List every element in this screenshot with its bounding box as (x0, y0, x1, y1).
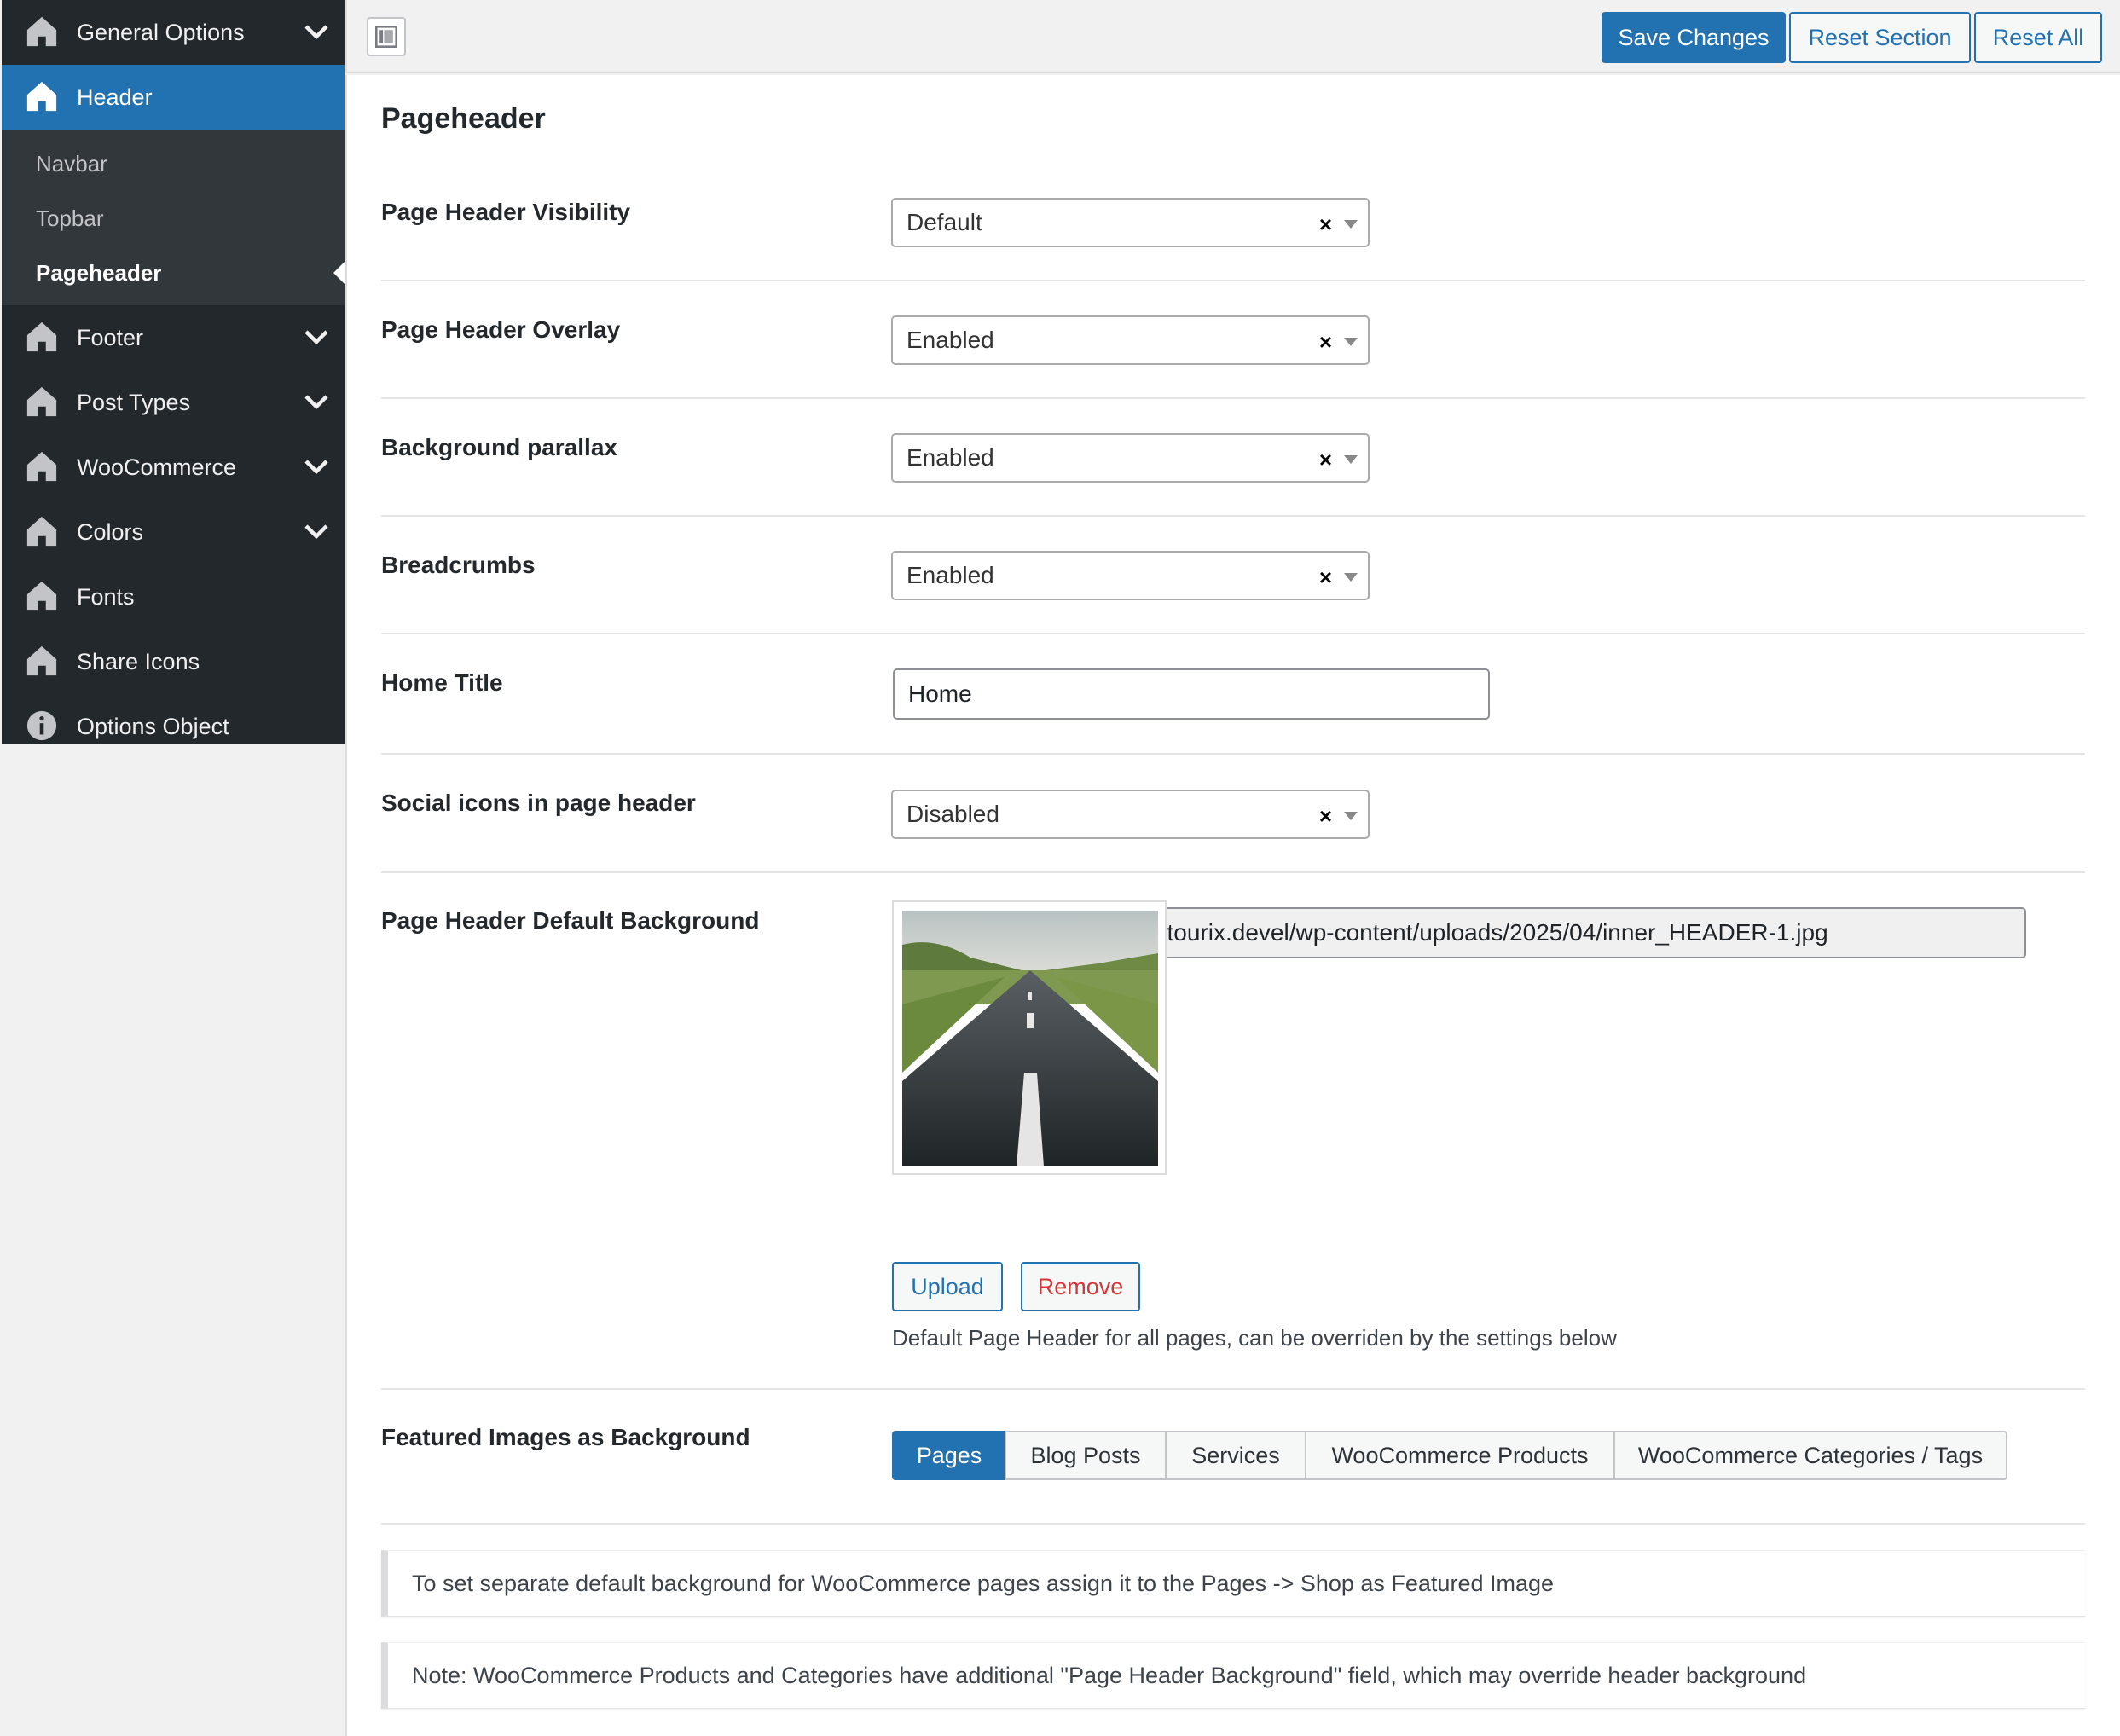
sidebar-item-footer[interactable]: Footer (2, 305, 345, 370)
clear-icon[interactable]: × (1319, 447, 1332, 473)
chevron-down-icon (304, 25, 328, 40)
dropdown-arrow-icon (1344, 812, 1358, 820)
home-icon (26, 451, 57, 482)
chevron-down-icon (304, 524, 328, 540)
sidebar-subitem-navbar[interactable]: Navbar (2, 136, 345, 191)
sidebar-item-label: Options Object (77, 713, 229, 739)
reset-all-button[interactable]: Reset All (1974, 12, 2102, 63)
sidebar-item-woocommerce[interactable]: WooCommerce (2, 435, 345, 500)
road-preview-image (902, 911, 1158, 1166)
featured-images-buttonset: Pages Blog Posts Services WooCommerce Pr… (892, 1431, 2007, 1480)
chevron-down-icon (304, 330, 328, 345)
options-toolbar: Save Changes Reset Section Reset All (345, 0, 2120, 73)
overlay-select[interactable]: Enabled × (891, 315, 1370, 365)
select-value: Default (907, 209, 982, 235)
divider (381, 280, 2085, 281)
info-notice: To set separate default background for W… (381, 1550, 2085, 1617)
breadcrumbs-label: Breadcrumbs (381, 552, 536, 578)
overlay-label: Page Header Overlay (381, 316, 621, 343)
featured-option-pages[interactable]: Pages (892, 1431, 1006, 1480)
options-content: Pageheader Page Header Visibility Defaul… (345, 75, 2120, 1736)
divider (381, 1388, 2085, 1390)
sidebar-item-label: General Options (77, 19, 245, 45)
home-icon (26, 645, 57, 676)
breadcrumbs-select[interactable]: Enabled × (891, 551, 1370, 600)
select-value: Disabled (907, 801, 999, 827)
home-icon (26, 516, 57, 547)
home-icon (26, 16, 57, 47)
options-panel: General Options Header Navbar Topbar Pag… (0, 0, 2120, 1736)
sidebar-item-general-options[interactable]: General Options (2, 0, 345, 65)
clear-icon[interactable]: × (1319, 803, 1332, 830)
visibility-select[interactable]: Default × (891, 198, 1370, 247)
parallax-label: Background parallax (381, 434, 617, 460)
sidebar-item-label: Post Types (77, 389, 191, 415)
dropdown-arrow-icon (1344, 338, 1358, 346)
sidebar-item-share-icons[interactable]: Share Icons (2, 629, 345, 694)
clear-icon[interactable]: × (1319, 329, 1332, 356)
sidebar-item-header[interactable]: Header (2, 65, 345, 130)
divider (381, 515, 2085, 517)
featured-option-blog-posts[interactable]: Blog Posts (1005, 1431, 1167, 1480)
expand-toggle-button[interactable] (367, 17, 406, 56)
parallax-select[interactable]: Enabled × (891, 433, 1370, 483)
visibility-label: Page Header Visibility (381, 199, 631, 225)
sidebar-subitem-topbar[interactable]: Topbar (2, 191, 345, 246)
default-background-label: Page Header Default Background (381, 907, 760, 934)
social-icons-label: Social icons in page header (381, 790, 696, 816)
current-indicator (333, 260, 346, 286)
sidebar-item-label: Share Icons (77, 648, 200, 674)
sidebar-item-label: Footer (77, 324, 144, 350)
sidebar-item-fonts[interactable]: Fonts (2, 564, 345, 629)
social-icons-select[interactable]: Disabled × (891, 790, 1370, 839)
dropdown-arrow-icon (1344, 455, 1358, 464)
divider (381, 871, 2085, 873)
select-value: Enabled (907, 327, 994, 353)
featured-option-services[interactable]: Services (1165, 1431, 1306, 1480)
chevron-down-icon (304, 395, 328, 410)
section-title: Pageheader (381, 102, 546, 135)
chevron-down-icon (304, 460, 328, 475)
sidebar-item-colors[interactable]: Colors (2, 500, 345, 564)
home-icon (26, 581, 57, 611)
select-value: Enabled (907, 562, 994, 588)
info-icon (26, 710, 57, 741)
default-background-description: Default Page Header for all pages, can b… (892, 1325, 1617, 1351)
clear-icon[interactable]: × (1319, 564, 1332, 591)
home-title-input[interactable] (893, 668, 1490, 720)
dropdown-arrow-icon (1344, 573, 1358, 582)
sidebar-subitem-pageheader[interactable]: Pageheader (2, 246, 346, 300)
divider (381, 1523, 2085, 1525)
clear-icon[interactable]: × (1319, 211, 1332, 238)
divider (381, 633, 2085, 634)
select-value: Enabled (907, 444, 994, 471)
sidebar-item-label: Header (77, 84, 153, 110)
featured-option-woocommerce-categories[interactable]: WooCommerce Categories / Tags (1613, 1431, 2007, 1480)
sidebar-item-options-object[interactable]: Options Object (2, 694, 345, 759)
sidebar-item-label: Colors (77, 518, 144, 545)
home-icon (26, 386, 57, 417)
featured-images-label: Featured Images as Background (381, 1424, 750, 1450)
sidebar-item-label: Fonts (77, 583, 135, 610)
header-submenu: Navbar Topbar Pageheader (2, 130, 346, 305)
reset-section-button[interactable]: Reset Section (1789, 12, 1971, 63)
info-notice: Note: WooCommerce Products and Categorie… (381, 1642, 2085, 1709)
featured-option-woocommerce-products[interactable]: WooCommerce Products (1305, 1431, 1615, 1480)
sidebar-item-label: WooCommerce (77, 454, 237, 480)
home-icon (26, 321, 57, 352)
divider (381, 397, 2085, 399)
background-preview (892, 900, 1167, 1175)
save-changes-button[interactable]: Save Changes (1602, 12, 1786, 63)
sidebar-item-post-types[interactable]: Post Types (2, 370, 345, 435)
upload-button[interactable]: Upload (892, 1262, 1003, 1311)
home-icon (26, 81, 57, 112)
options-sidebar: General Options Header Navbar Topbar Pag… (2, 0, 346, 744)
remove-button[interactable]: Remove (1021, 1262, 1140, 1311)
home-title-label: Home Title (381, 669, 503, 696)
dropdown-arrow-icon (1344, 220, 1358, 229)
divider (381, 753, 2085, 755)
layout-icon (375, 26, 397, 48)
sidebar-subitem-label: Pageheader (36, 259, 162, 286)
